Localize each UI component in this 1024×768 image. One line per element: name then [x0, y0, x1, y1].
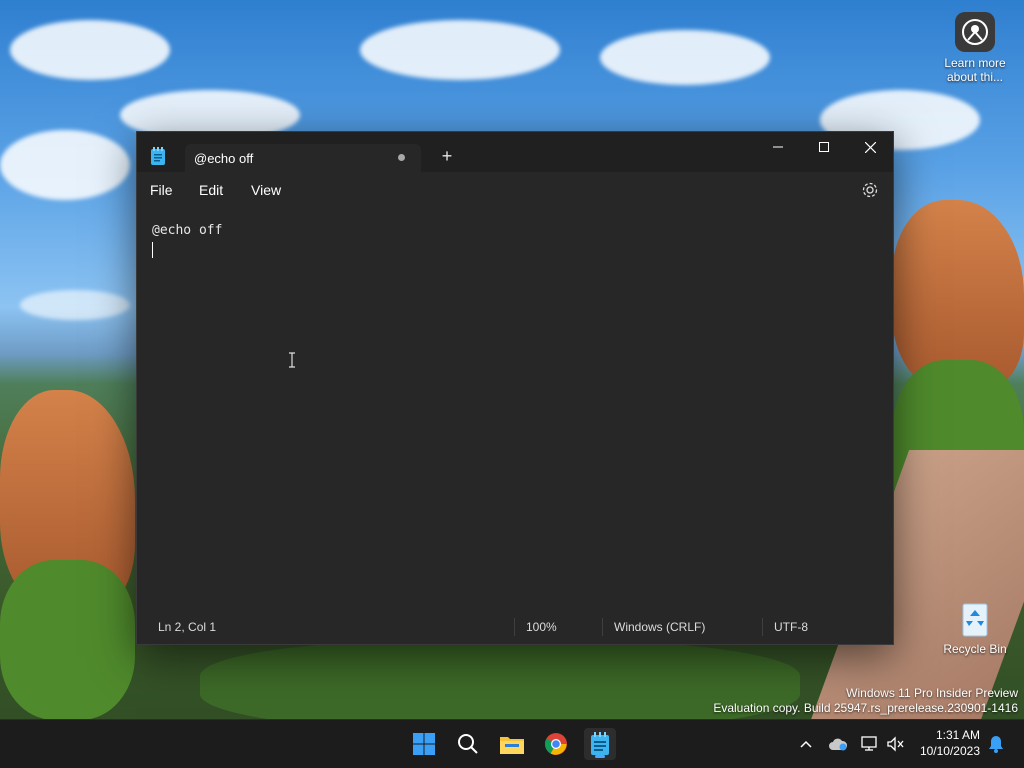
system-clock[interactable]: 1:31 AM 10/10/2023: [920, 727, 980, 759]
menu-bar: File Edit View: [137, 172, 893, 208]
status-bar: Ln 2, Col 1 100% Windows (CRLF) UTF-8: [137, 610, 893, 644]
notepad-icon: [591, 732, 609, 755]
start-button[interactable]: [408, 728, 440, 760]
status-divider: [602, 618, 603, 636]
windows-logo-icon: [413, 733, 435, 755]
notepad-window: @echo off + File Edit View @echo off Ln: [136, 131, 894, 645]
close-icon: [864, 141, 876, 153]
status-divider: [762, 618, 763, 636]
clock-time: 1:31 AM: [935, 728, 980, 742]
menu-view[interactable]: View: [251, 182, 281, 198]
recycle-bin-desktop-icon[interactable]: Recycle Bin: [940, 598, 1010, 656]
watermark-line2: Evaluation copy. Build 25947.rs_prerelea…: [713, 701, 1018, 715]
network-tray-button[interactable]: [860, 734, 880, 754]
volume-tray-button[interactable]: [886, 734, 906, 754]
minimize-icon: [773, 146, 783, 148]
notifications-button[interactable]: [986, 734, 1006, 754]
chrome-icon: [545, 733, 567, 755]
menu-file[interactable]: File: [150, 182, 173, 198]
new-tab-button[interactable]: +: [439, 147, 455, 165]
settings-gear-icon[interactable]: [861, 181, 879, 199]
taskbar: 1:31 AM 10/10/2023: [0, 719, 1024, 768]
editor-line-1: @echo off: [152, 223, 223, 238]
chevron-up-icon: [800, 740, 812, 748]
maximize-button[interactable]: [801, 132, 847, 162]
folder-icon: [500, 737, 524, 754]
line-ending[interactable]: Windows (CRLF): [614, 620, 705, 634]
active-app-indicator: [595, 755, 605, 758]
search-icon: [458, 734, 478, 754]
maximize-icon: [819, 142, 829, 152]
recycle-bin-icon: [955, 598, 995, 638]
status-divider: [514, 618, 515, 636]
close-button[interactable]: [847, 132, 893, 162]
onedrive-tray-button[interactable]: [828, 734, 848, 754]
learn-more-desktop-icon[interactable]: Learn more about thi...: [940, 12, 1010, 84]
tab-echo-off[interactable]: @echo off: [185, 144, 421, 172]
network-icon: [861, 736, 877, 751]
tab-title: @echo off: [194, 151, 254, 166]
windows-watermark: Windows 11 Pro Insider Preview Evaluatio…: [713, 686, 1018, 716]
text-caret: [152, 242, 153, 258]
unsaved-dot-icon[interactable]: [398, 154, 405, 161]
encoding[interactable]: UTF-8: [774, 620, 808, 634]
chrome-button[interactable]: [540, 728, 572, 760]
learn-more-label: Learn more about thi...: [944, 56, 1006, 84]
notepad-app-icon: [151, 147, 165, 165]
menu-edit[interactable]: Edit: [199, 182, 223, 198]
search-button[interactable]: [452, 728, 484, 760]
show-hidden-icons-button[interactable]: [796, 734, 816, 754]
learn-more-icon: [955, 12, 995, 52]
minimize-button[interactable]: [755, 132, 801, 162]
cloud-icon: [829, 738, 848, 751]
cursor-position: Ln 2, Col 1: [158, 620, 217, 634]
speaker-muted-icon: [887, 736, 904, 752]
bell-icon: [989, 736, 1003, 753]
watermark-line1: Windows 11 Pro Insider Preview: [846, 686, 1018, 700]
clock-date: 10/10/2023: [919, 744, 980, 758]
text-editor[interactable]: @echo off: [137, 208, 893, 610]
file-explorer-button[interactable]: [496, 728, 528, 760]
recycle-bin-label: Recycle Bin: [943, 642, 1007, 656]
notepad-taskbar-button[interactable]: [584, 728, 616, 760]
ibeam-cursor-icon: [289, 352, 295, 368]
title-bar[interactable]: @echo off +: [137, 132, 893, 172]
zoom-level[interactable]: 100%: [526, 620, 557, 634]
